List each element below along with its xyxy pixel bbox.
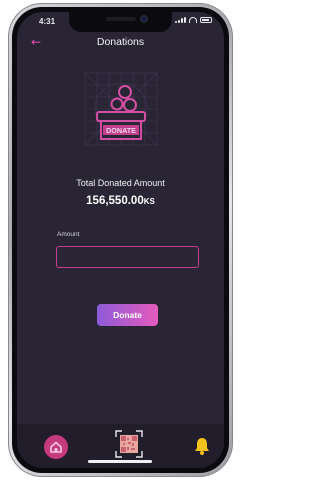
page-title: Donations — [96, 36, 145, 48]
wifi-icon — [189, 17, 197, 23]
bell-icon — [195, 438, 209, 455]
qr-scan-icon — [115, 430, 143, 458]
amount-value: 156,550.00 — [86, 195, 144, 207]
amount-field[interactable] — [56, 246, 199, 268]
signal-icon — [175, 17, 186, 23]
app-screen: 4:31 ← Donations DONATE Total Donated Am… — [17, 12, 224, 468]
donate-box-label: DONATE — [106, 126, 136, 135]
total-donated-label: Total Donated Amount — [76, 178, 165, 188]
currency: KS — [143, 197, 155, 206]
tab-notifications[interactable] — [193, 436, 211, 456]
status-time: 4:31 — [39, 17, 56, 26]
speaker — [106, 17, 136, 21]
home-icon — [50, 441, 62, 453]
battery-icon — [200, 17, 212, 23]
donation-box-icon: DONATE — [84, 72, 158, 146]
amount-field-label: Amount — [57, 231, 80, 238]
status-icons — [175, 17, 212, 23]
tab-qr-scan[interactable] — [114, 429, 144, 459]
front-camera — [141, 16, 147, 22]
donate-button[interactable]: Donate — [97, 304, 158, 326]
home-indicator — [88, 460, 152, 463]
tab-home[interactable] — [44, 435, 68, 459]
notch — [69, 12, 172, 32]
total-donated-amount: 156,550.00KS — [17, 191, 224, 209]
